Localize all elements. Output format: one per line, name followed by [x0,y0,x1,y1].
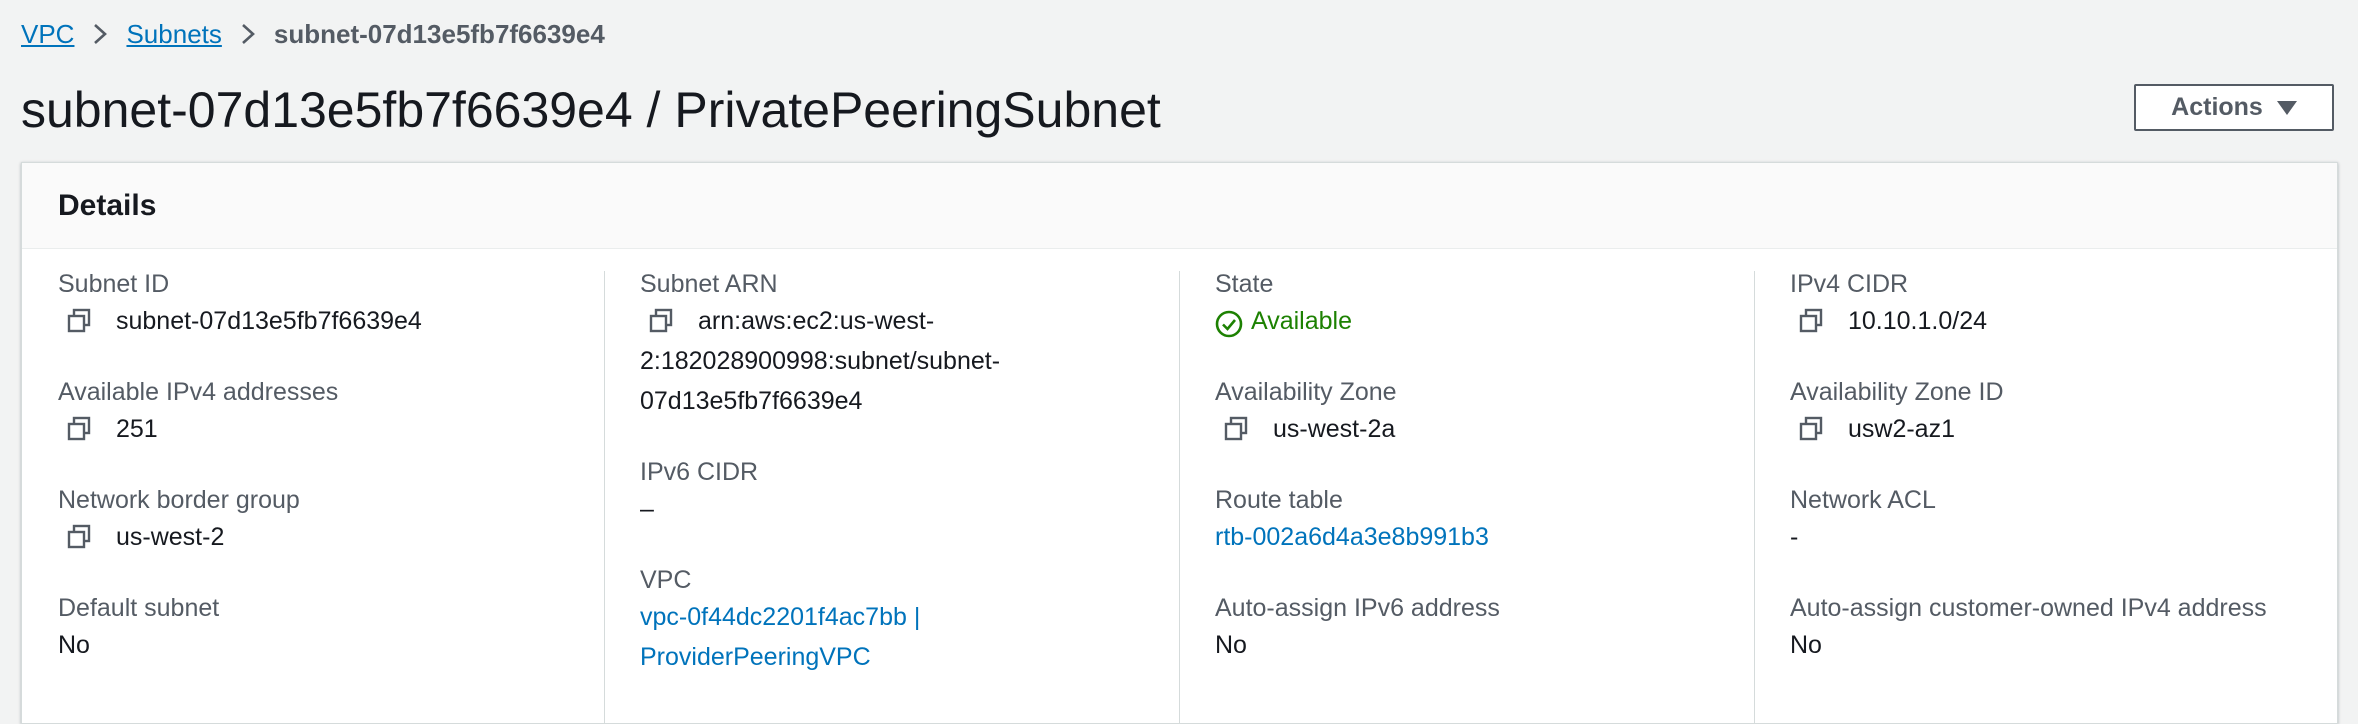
default-subnet-value: No [58,631,90,659]
network-border-group-value: us-west-2 [116,523,225,551]
auto-assign-customer-owned-ipv4-value: No [1790,631,1822,659]
breadcrumb-link-vpc[interactable]: VPC [21,19,74,50]
subnet-id-field: Subnet ID subnet-07d13e5fb7f6639e4 [58,267,422,341]
auto-assign-ipv6-label: Auto-assign IPv6 address [1215,594,1500,622]
chevron-right-icon [74,16,126,52]
subnet-arn-line-2: 2:182028900998:subnet/subnet- [640,347,1001,375]
network-acl-field: Network ACL - [1790,483,1936,557]
default-subnet-label: Default subnet [58,594,220,622]
auto-assign-ipv6-value: No [1215,631,1247,659]
state-value: Available [1251,307,1353,335]
state-field: State Available [1215,267,1352,341]
availability-zone-id-label: Availability Zone ID [1790,378,2004,406]
subnet-arn-field: Subnet ARN arn:aws:ec2:us-west- 2:182028… [640,267,1000,421]
caret-down-icon [2276,100,2297,115]
available-ipv4-value: 251 [116,415,158,443]
default-subnet-field: Default subnet No [58,591,219,665]
subnet-arn-line-3: 07d13e5fb7f6639e4 [640,387,863,415]
network-border-group-field: Network border group us-west-2 [58,483,300,557]
chevron-right-icon [222,16,274,52]
copy-icon[interactable] [64,522,94,552]
copy-icon[interactable] [1796,306,1826,336]
breadcrumb-link-subnets[interactable]: Subnets [126,19,221,50]
copy-icon[interactable] [1221,414,1251,444]
vpc-label: VPC [640,566,692,594]
network-border-group-label: Network border group [58,486,300,514]
ipv4-cidr-field: IPv4 CIDR 10.10.1.0/24 [1790,267,1987,341]
ipv4-cidr-value: 10.10.1.0/24 [1848,307,1988,335]
availability-zone-value: us-west-2a [1273,415,1396,443]
details-column-3: State Available Availability Zone us-wes… [1179,249,1754,723]
route-table-label: Route table [1215,486,1343,514]
auto-assign-ipv6-field: Auto-assign IPv6 address No [1215,591,1500,665]
copy-icon[interactable] [64,306,94,336]
ipv6-cidr-value: – [640,495,654,523]
ipv6-cidr-field: IPv6 CIDR – [640,455,758,529]
actions-button[interactable]: Actions [2134,84,2334,131]
route-table-field: Route table rtb-002a6d4a3e8b991b3 [1215,483,1489,557]
vpc-link-line-2[interactable]: ProviderPeeringVPC [640,637,871,677]
page-title: subnet-07d13e5fb7f6639e4 / PrivatePeerin… [21,82,1161,138]
availability-zone-id-field: Availability Zone ID usw2-az1 [1790,375,2004,449]
subnet-id-value: subnet-07d13e5fb7f6639e4 [116,307,422,335]
auto-assign-customer-owned-ipv4-field: Auto-assign customer-owned IPv4 address … [1790,591,2267,665]
vpc-link-line-1[interactable]: vpc-0f44dc2201f4ac7bb | [640,597,920,637]
ipv4-cidr-label: IPv4 CIDR [1790,270,1909,298]
available-ipv4-label: Available IPv4 addresses [58,378,339,406]
breadcrumb: VPC Subnets subnet-07d13e5fb7f6639e4 [21,16,605,52]
available-ipv4-field: Available IPv4 addresses 251 [58,375,338,449]
auto-assign-customer-owned-ipv4-label: Auto-assign customer-owned IPv4 address [1790,594,2267,622]
subnet-arn-label: Subnet ARN [640,270,778,298]
vpc-field: VPC vpc-0f44dc2201f4ac7bb | ProviderPeer… [640,563,920,677]
breadcrumb-current: subnet-07d13e5fb7f6639e4 [273,18,605,49]
details-panel: Details Subnet ID subnet-07d13e5fb7f6639… [21,162,2338,724]
details-panel-header: Details [22,163,2337,249]
details-column-4: IPv4 CIDR 10.10.1.0/24 Availability Zone… [1754,249,2337,723]
availability-zone-id-value: usw2-az1 [1848,415,1955,443]
availability-zone-field: Availability Zone us-west-2a [1215,375,1397,449]
network-acl-value: - [1790,523,1799,551]
network-acl-label: Network ACL [1790,486,1936,514]
details-column-2: Subnet ARN arn:aws:ec2:us-west- 2:182028… [604,249,1179,723]
details-columns: Subnet ID subnet-07d13e5fb7f6639e4 Avail… [22,249,2337,723]
subnet-id-label: Subnet ID [58,270,170,298]
details-column-1: Subnet ID subnet-07d13e5fb7f6639e4 Avail… [22,249,597,723]
subnet-arn-line-1: arn:aws:ec2:us-west- [698,307,935,335]
copy-icon[interactable] [1796,414,1826,444]
state-label: State [1215,270,1274,298]
details-title: Details [58,188,157,222]
ipv6-cidr-label: IPv6 CIDR [640,458,759,486]
copy-icon[interactable] [646,306,676,336]
availability-zone-label: Availability Zone [1215,378,1397,406]
copy-icon[interactable] [64,414,94,444]
check-circle-icon [1215,310,1243,338]
actions-button-label: Actions [2171,93,2263,121]
route-table-link[interactable]: rtb-002a6d4a3e8b991b3 [1215,517,1489,557]
